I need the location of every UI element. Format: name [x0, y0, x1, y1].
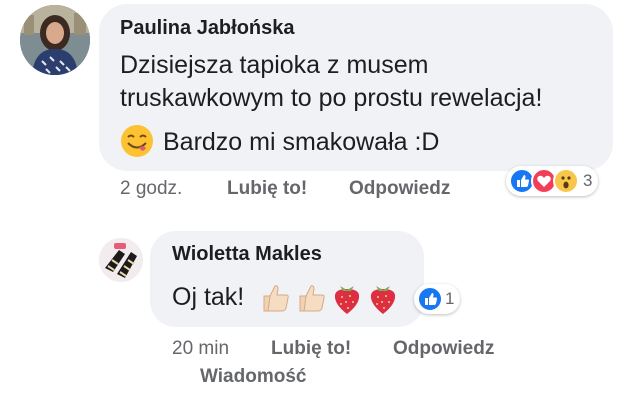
- like-button[interactable]: Lubię to!: [271, 338, 351, 360]
- reply-text: Oj tak!: [172, 283, 245, 311]
- thumbs-up-emoji-icon: [263, 285, 289, 312]
- message-button[interactable]: Wiadomość: [200, 366, 306, 388]
- yum-emoji-icon: [121, 125, 153, 157]
- reply-author[interactable]: Wioletta Makles: [172, 243, 322, 266]
- comment-text-line-3: Bardzo mi smakowała :D: [163, 128, 440, 156]
- reaction-count: 1: [445, 289, 455, 308]
- reaction-count: 3: [583, 171, 593, 190]
- strawberry-emoji-icon: [370, 286, 396, 314]
- profile-photo: [99, 238, 143, 282]
- comment-timestamp[interactable]: 2 godz.: [120, 178, 182, 200]
- profile-photo: [20, 5, 90, 75]
- comment-author[interactable]: Paulina Jabłońska: [120, 17, 295, 40]
- avatar[interactable]: [20, 5, 90, 75]
- strawberry-emoji-icon: [334, 286, 360, 314]
- thumbs-up-emoji-icon: [299, 285, 325, 312]
- comment-text-line-2: truskawkowym to po prostu rewelacja!: [120, 84, 543, 112]
- reactions-summary[interactable]: 1: [414, 284, 461, 314]
- wow-icon: [553, 168, 579, 194]
- reply-timestamp[interactable]: 20 min: [172, 338, 229, 360]
- like-button[interactable]: Lubię to!: [227, 178, 307, 200]
- reply-button[interactable]: Odpowiedz: [349, 178, 450, 200]
- reply-button[interactable]: Odpowiedz: [393, 338, 494, 360]
- avatar[interactable]: [99, 238, 143, 282]
- like-icon: [417, 286, 443, 312]
- reactions-summary[interactable]: 3: [506, 166, 599, 196]
- comment-text-line-1: Dzisiejsza tapioka z musem: [120, 51, 429, 79]
